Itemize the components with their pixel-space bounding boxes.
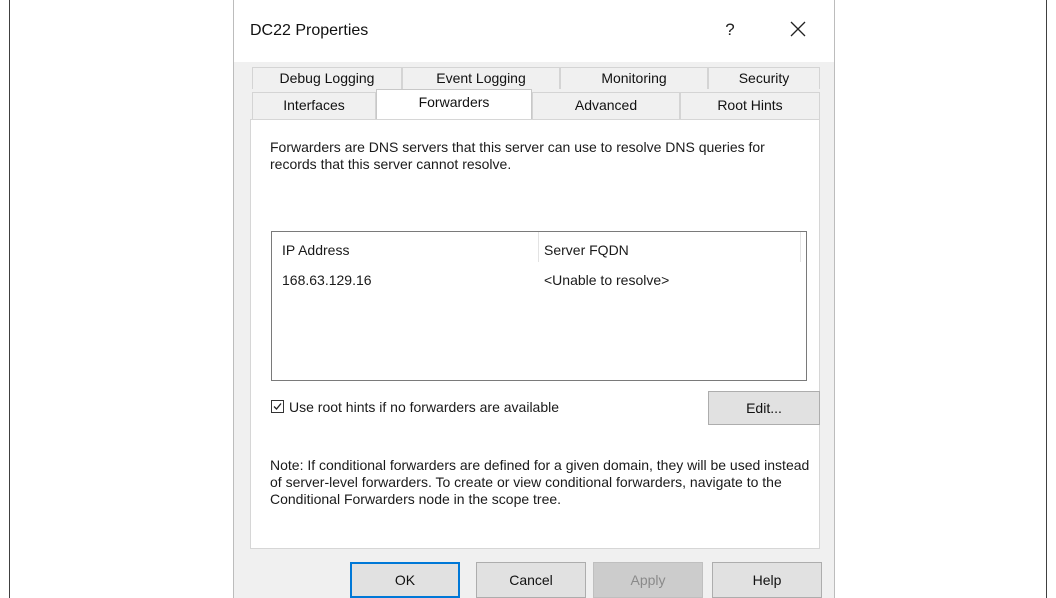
close-icon bbox=[790, 21, 806, 37]
close-button[interactable] bbox=[780, 12, 816, 48]
edit-button[interactable]: Edit... bbox=[708, 391, 820, 425]
checkbox-box[interactable] bbox=[271, 400, 284, 413]
tab-advanced[interactable]: Advanced bbox=[532, 92, 680, 119]
tab-forwarders[interactable]: Forwarders bbox=[376, 89, 532, 119]
forwarders-panel: Forwarders are DNS servers that this ser… bbox=[250, 119, 820, 549]
cell-server-fqdn: <Unable to resolve> bbox=[544, 272, 670, 288]
tab-root-hints[interactable]: Root Hints bbox=[680, 92, 820, 119]
column-divider bbox=[800, 232, 801, 262]
forwarders-list[interactable]: IP Address Server FQDN 168.63.129.16 <Un… bbox=[271, 231, 807, 381]
column-divider bbox=[538, 232, 539, 262]
help-title-button[interactable]: ? bbox=[712, 12, 748, 48]
forwarders-description: Forwarders are DNS servers that this ser… bbox=[270, 139, 765, 172]
column-header-server-fqdn[interactable]: Server FQDN bbox=[544, 242, 629, 258]
column-header-ip-address[interactable]: IP Address bbox=[282, 242, 349, 258]
cancel-button[interactable]: Cancel bbox=[476, 562, 586, 598]
ok-button[interactable]: OK bbox=[350, 562, 460, 598]
conditional-forwarders-note: Note: If conditional forwarders are defi… bbox=[270, 457, 810, 507]
help-button[interactable]: Help bbox=[712, 562, 822, 598]
tab-debug-logging[interactable]: Debug Logging bbox=[252, 67, 402, 89]
properties-dialog: DC22 Properties ? Debug Logging Event Lo… bbox=[233, 0, 835, 598]
cell-ip-address: 168.63.129.16 bbox=[282, 272, 372, 288]
checkmark-icon bbox=[273, 403, 282, 410]
use-root-hints-label: Use root hints if no forwarders are avai… bbox=[289, 399, 560, 415]
tab-security[interactable]: Security bbox=[708, 67, 820, 89]
tab-interfaces[interactable]: Interfaces bbox=[252, 92, 376, 119]
list-header: IP Address Server FQDN bbox=[272, 232, 806, 262]
tab-monitoring[interactable]: Monitoring bbox=[560, 67, 708, 89]
title-bar: DC22 Properties ? bbox=[234, 0, 834, 62]
dialog-title: DC22 Properties bbox=[250, 22, 369, 39]
table-row[interactable]: 168.63.129.16 <Unable to resolve> bbox=[272, 272, 806, 292]
tab-event-logging[interactable]: Event Logging bbox=[402, 67, 560, 89]
apply-button[interactable]: Apply bbox=[593, 562, 703, 598]
